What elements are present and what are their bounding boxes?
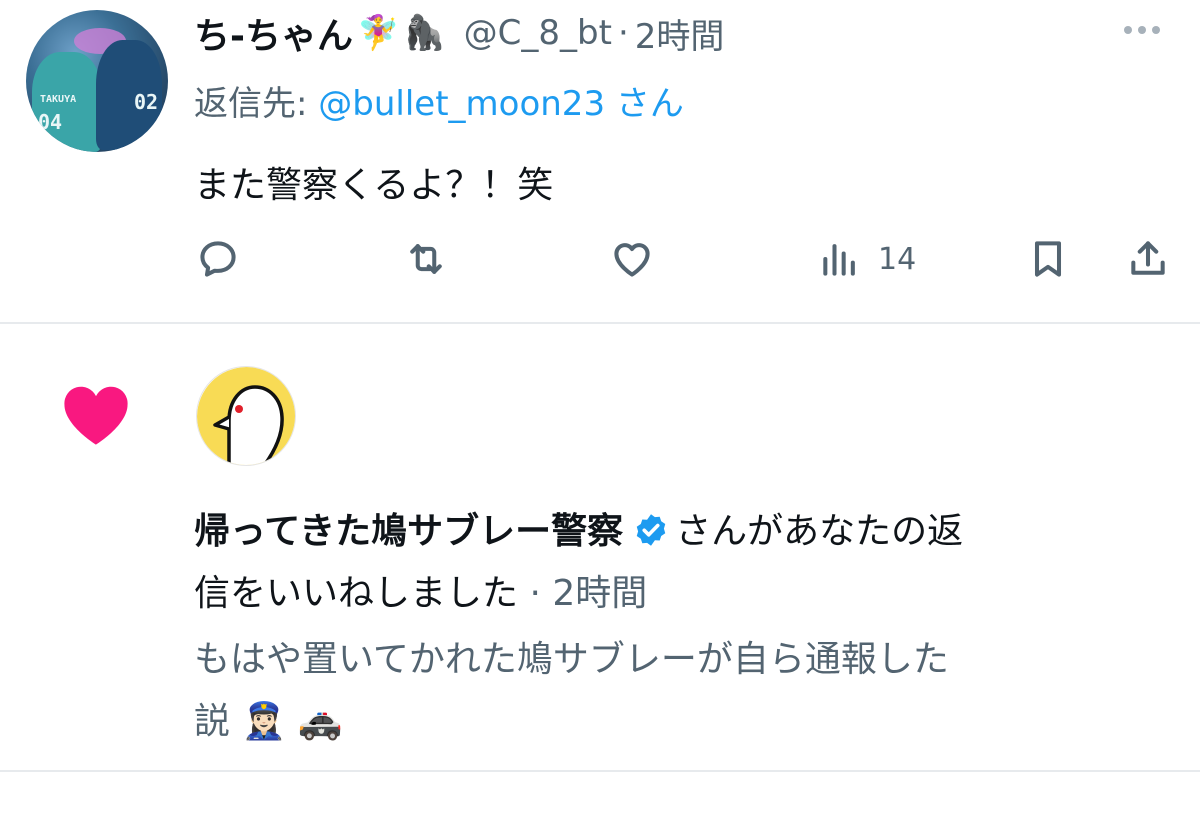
action-text: さんがあなたの返 [675, 511, 964, 552]
divider [0, 770, 1200, 772]
reply-bubble-icon [200, 241, 236, 277]
bookmark-icon [1034, 241, 1062, 277]
tweet-time[interactable]: 2時間 [635, 9, 725, 58]
user-handle[interactable]: @C_8_bt [464, 13, 612, 53]
police-emojis: 👮🏻‍♀️ 🚓 [241, 701, 343, 742]
reply-to-mention[interactable]: @bullet_moon23 [318, 84, 605, 124]
tweet-text: また警察くるよ？！笑 [194, 165, 554, 206]
display-name[interactable]: ち-ちゃん [194, 7, 353, 59]
reply-preview-line1[interactable]: もはや置いてかれた鳩サブレーが自ら通報した [194, 630, 949, 682]
meta-separator: · [518, 573, 553, 614]
heart-filled-icon [64, 386, 128, 445]
gorilla-emoji: 🦍 [403, 13, 446, 53]
retweet-icon [410, 244, 442, 274]
views-button[interactable]: 14 [818, 236, 916, 282]
reply-suffix: さん [605, 84, 684, 124]
notification-text-line1: 帰ってきた鳩サブレー警察 さんがあなたの返 [194, 502, 963, 554]
reply-preview-text: 説 [194, 701, 231, 742]
heart-outline-icon [614, 243, 650, 277]
tweet-header: ち-ちゃん 🧚‍♀️ 🦍 @C_8_bt · 2時間 [194, 8, 724, 58]
retweet-button[interactable] [404, 236, 448, 282]
like-button[interactable] [610, 236, 654, 282]
liker-avatar[interactable] [196, 366, 296, 466]
reply-prefix: 返信先: [194, 84, 319, 124]
bookmark-button[interactable] [1026, 236, 1070, 282]
reply-button[interactable] [196, 236, 240, 282]
share-upload-icon [1131, 241, 1165, 275]
more-options-icon[interactable] [1124, 22, 1168, 38]
avatar-jersey-text: TAKUYA [40, 94, 77, 105]
notification-text-line2: 信をいいねしました · 2時間 [194, 564, 647, 616]
avatar-jersey-number: 02 [134, 90, 159, 114]
views-count: 14 [878, 241, 917, 277]
user-avatar[interactable]: 04 02 TAKUYA [26, 10, 168, 152]
actor-name[interactable]: 帰ってきた鳩サブレー警察 [194, 511, 623, 552]
share-button[interactable] [1126, 236, 1170, 282]
divider [0, 322, 1200, 324]
reply-to-line: 返信先: @bullet_moon23 さん [194, 76, 684, 125]
avatar-jersey-number: 04 [38, 110, 63, 134]
action-text-cont: 信をいいねしました [194, 573, 519, 614]
dove-logo-icon [197, 367, 295, 465]
fairy-emoji: 🧚‍♀️ [356, 13, 400, 53]
reply-preview-line2[interactable]: 説 👮🏻‍♀️ 🚓 [194, 692, 343, 744]
verified-badge-icon [636, 514, 666, 546]
meta-separator: · [617, 13, 629, 53]
bar-chart-icon [823, 244, 855, 276]
notification-time: 2時間 [552, 573, 648, 614]
